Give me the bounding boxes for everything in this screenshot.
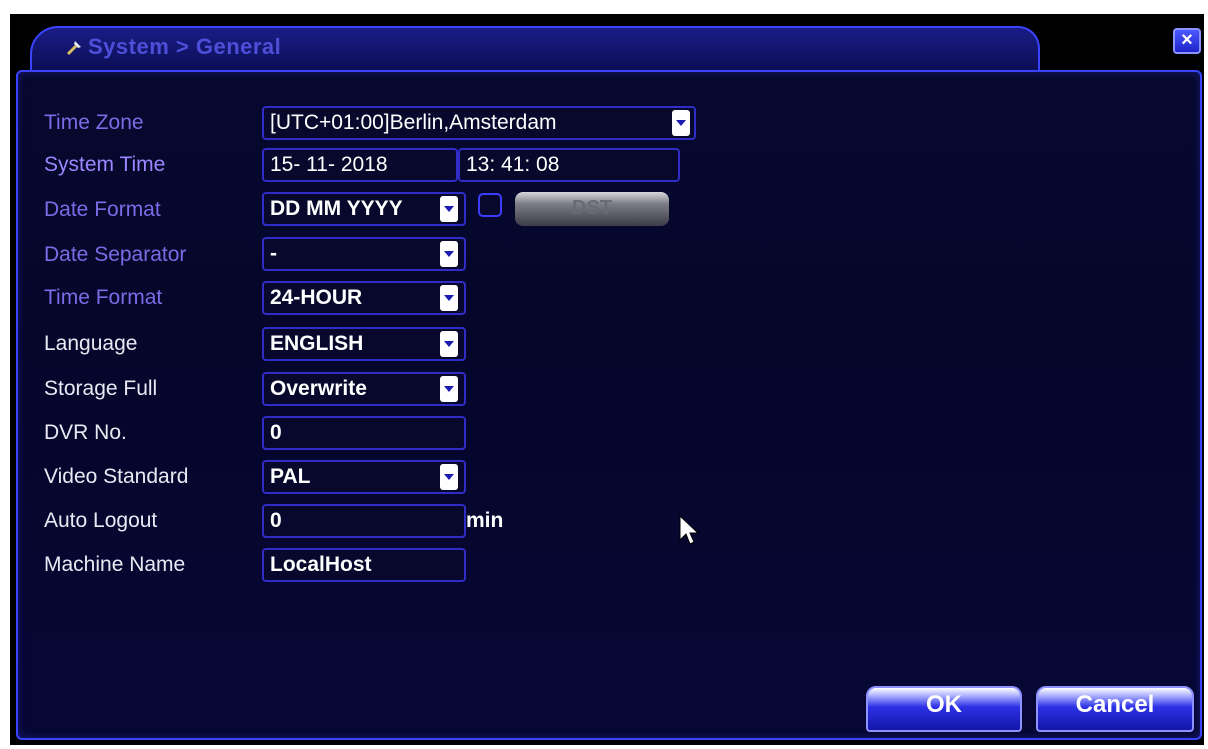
date-format-select[interactable]: DD MM YYYY	[262, 192, 466, 226]
label-time-zone: Time Zone	[44, 111, 144, 134]
time-zone-value: [UTC+01:00]Berlin,Amsterdam	[270, 111, 557, 134]
label-language: Language	[44, 332, 138, 355]
label-dvr-no: DVR No.	[44, 421, 127, 444]
dvr-no-value: 0	[270, 421, 282, 444]
dst-checkbox[interactable]	[478, 193, 502, 217]
tools-icon	[66, 41, 81, 56]
language-select[interactable]: ENGLISH	[262, 327, 466, 361]
video-standard-value: PAL	[270, 465, 311, 488]
cancel-button[interactable]: Cancel	[1036, 686, 1194, 732]
dvr-no-input[interactable]: 0	[262, 416, 466, 450]
system-date-field[interactable]: 15- 11- 2018	[262, 148, 458, 182]
label-storage-full: Storage Full	[44, 377, 158, 400]
machine-name-input[interactable]: LocalHost	[262, 548, 466, 582]
mouse-pointer-icon	[679, 514, 700, 545]
chevron-down-icon[interactable]	[440, 464, 458, 490]
chevron-down-icon[interactable]	[440, 376, 458, 402]
machine-name-value: LocalHost	[270, 553, 372, 576]
time-format-value: 24-HOUR	[270, 286, 363, 309]
auto-logout-input[interactable]: 0	[262, 504, 466, 538]
label-date-format: Date Format	[44, 198, 161, 221]
auto-logout-value: 0	[270, 509, 282, 532]
label-date-separator: Date Separator	[44, 243, 187, 266]
storage-full-select[interactable]: Overwrite	[262, 372, 466, 406]
label-time-format: Time Format	[44, 286, 163, 309]
language-value: ENGLISH	[270, 332, 364, 355]
system-date-value: 15- 11- 2018	[270, 153, 388, 176]
close-button[interactable]: ×	[1173, 28, 1201, 54]
system-time-field[interactable]: 13: 41: 08	[458, 148, 680, 182]
chevron-down-icon[interactable]	[440, 196, 458, 222]
storage-full-value: Overwrite	[270, 377, 367, 400]
date-separator-select[interactable]: -	[262, 237, 466, 271]
date-separator-value: -	[270, 242, 277, 265]
label-auto-logout: Auto Logout	[44, 509, 158, 532]
date-format-value: DD MM YYYY	[270, 197, 403, 220]
video-standard-select[interactable]: PAL	[262, 460, 466, 494]
time-zone-select[interactable]: [UTC+01:00]Berlin,Amsterdam	[262, 106, 696, 140]
chevron-down-icon[interactable]	[440, 241, 458, 267]
ok-button[interactable]: OK	[866, 686, 1022, 732]
dst-button[interactable]: DST	[515, 192, 669, 226]
label-machine-name: Machine Name	[44, 553, 186, 576]
label-system-time: System Time	[44, 153, 166, 176]
auto-logout-unit: min	[466, 509, 504, 532]
label-video-standard: Video Standard	[44, 465, 189, 488]
chevron-down-icon[interactable]	[440, 331, 458, 357]
chevron-down-icon[interactable]	[440, 285, 458, 311]
system-time-value: 13: 41: 08	[466, 153, 560, 176]
page-title: System > General	[88, 34, 282, 59]
chevron-down-icon[interactable]	[672, 110, 690, 136]
time-format-select[interactable]: 24-HOUR	[262, 281, 466, 315]
